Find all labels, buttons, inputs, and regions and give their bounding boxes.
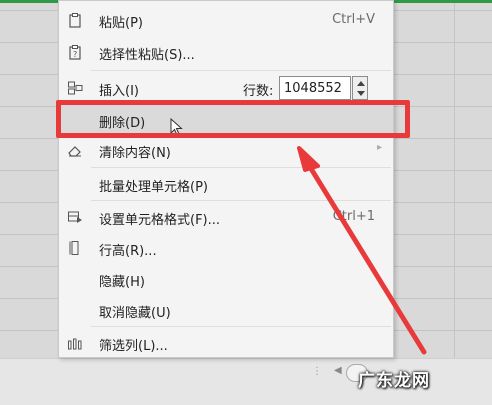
- menu-separator: [91, 167, 391, 168]
- menu-item-label: 筛选列(L)...: [99, 339, 168, 354]
- scroll-left-icon[interactable]: ◀: [334, 365, 342, 376]
- insert-icon: [67, 80, 83, 96]
- menu-separator: [91, 70, 391, 71]
- menu-item-label: 设置单元格格式(F)...: [99, 213, 221, 228]
- menu-item-row-height[interactable]: 行高(R)...: [59, 233, 393, 263]
- rows-count-input[interactable]: [279, 76, 351, 100]
- menu-item-filter-columns[interactable]: 筛选列(L)...: [59, 328, 393, 358]
- menu-item-label: 插入(I): [99, 84, 139, 99]
- svg-text:?: ?: [73, 50, 77, 59]
- mouse-cursor-icon: [170, 118, 183, 136]
- menu-item-label: 批量处理单元格(P): [99, 180, 208, 195]
- menu-item-label: 取消隐藏(U): [99, 306, 171, 321]
- menu-item-format-cells[interactable]: 设置单元格格式(F)... Ctrl+1: [59, 202, 393, 232]
- menu-item-paste[interactable]: 粘贴(P) Ctrl+V: [59, 5, 393, 35]
- rows-count-label: 行数:: [243, 84, 274, 99]
- rows-count-stepper[interactable]: [352, 76, 368, 100]
- menu-item-clear-contents[interactable]: 清除内容(N) ▸: [59, 135, 393, 165]
- shortcut-text: Ctrl+1: [332, 209, 375, 224]
- menu-item-label: 清除内容(N): [99, 146, 171, 161]
- paste-icon: [67, 12, 83, 28]
- stepper-up-icon[interactable]: [357, 81, 365, 86]
- menu-item-label: 行高(R)...: [99, 244, 157, 259]
- menu-separator: [91, 200, 391, 201]
- menu-item-paste-special[interactable]: ? 选择性粘贴(S)...: [59, 37, 393, 67]
- menu-item-hide[interactable]: 隐藏(H): [59, 264, 393, 294]
- stepper-down-icon[interactable]: [357, 91, 365, 96]
- menu-item-delete[interactable]: 删除(D): [59, 105, 393, 135]
- filter-columns-icon: [67, 335, 83, 351]
- menu-separator: [91, 326, 391, 327]
- format-cells-icon: [67, 209, 83, 225]
- submenu-arrow-icon: ▸: [377, 142, 383, 153]
- watermark-text: 广东龙网: [358, 371, 430, 391]
- menu-item-label: 选择性粘贴(S)...: [99, 48, 195, 63]
- menu-item-label: 粘贴(P): [99, 16, 143, 31]
- menu-item-label: 隐藏(H): [99, 275, 145, 290]
- clear-icon: [67, 142, 83, 158]
- context-menu: 粘贴(P) Ctrl+V ? 选择性粘贴(S)... 插入(I) 行数: 删除(…: [58, 0, 394, 358]
- menu-item-insert[interactable]: 插入(I) 行数:: [59, 73, 393, 103]
- row-height-icon: [67, 240, 83, 256]
- paste-special-icon: ?: [67, 44, 83, 60]
- menu-item-batch-process[interactable]: 批量处理单元格(P): [59, 169, 393, 199]
- shortcut-text: Ctrl+V: [332, 12, 375, 27]
- menu-item-unhide[interactable]: 取消隐藏(U): [59, 295, 393, 325]
- menu-item-label: 删除(D): [99, 116, 146, 131]
- scroll-dots-icon: ⋮: [312, 366, 322, 377]
